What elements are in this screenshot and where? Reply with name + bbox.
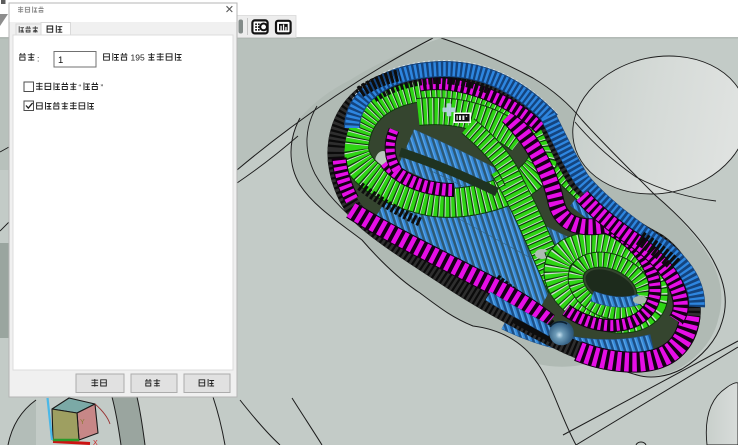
svg-text::: : [37,54,39,64]
svg-text:X: X [93,440,98,445]
svg-text:1: 1 [58,55,63,66]
svg-text:”: ” [101,84,104,93]
svg-text:“: “ [79,84,82,93]
svg-text:Y: Y [80,419,85,426]
svg-text:195: 195 [131,53,145,63]
